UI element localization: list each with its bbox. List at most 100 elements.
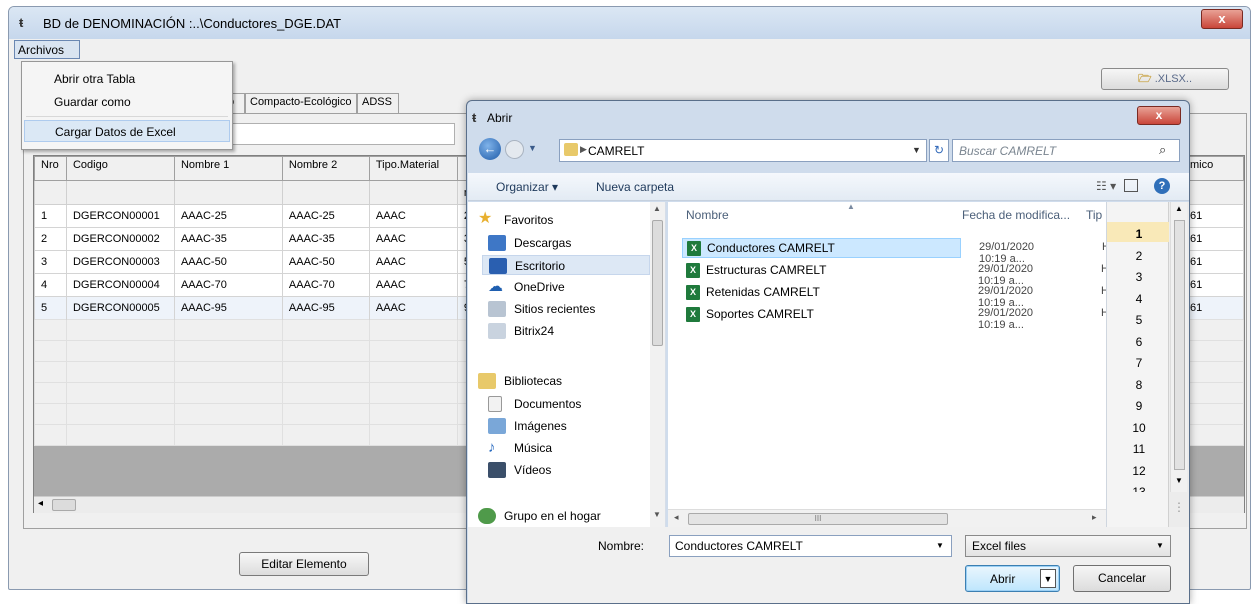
recent-places-icon bbox=[488, 301, 506, 317]
scroll-thumb[interactable]: III bbox=[688, 513, 948, 525]
filetype-select[interactable]: Excel files ▼ bbox=[965, 535, 1171, 557]
scroll-up-icon[interactable]: ▲ bbox=[1175, 204, 1183, 213]
new-folder-button[interactable]: Nueva carpeta bbox=[596, 180, 674, 194]
nav-favoritos[interactable]: ★ Favoritos bbox=[478, 210, 553, 230]
filter-input[interactable] bbox=[222, 123, 455, 145]
scroll-thumb[interactable] bbox=[52, 499, 76, 511]
cell-nro: 1 bbox=[34, 204, 67, 228]
navigation-pane: ★ Favoritos Descargas Escritorio ☁ OneDr… bbox=[468, 202, 666, 527]
nav-onedrive[interactable]: ☁ OneDrive bbox=[488, 277, 565, 297]
file-name: Conductores CAMRELT bbox=[707, 241, 835, 255]
cell-codigo: DGERCON00004 bbox=[65, 273, 175, 297]
column-date[interactable]: Fecha de modifica... bbox=[962, 208, 1070, 222]
close-button[interactable]: x bbox=[1201, 9, 1243, 29]
history-chevron-icon[interactable]: ▼ bbox=[528, 143, 537, 153]
nav-label: Bibliotecas bbox=[504, 374, 563, 388]
file-item[interactable]: X Conductores CAMRELT 29/01/2020 10:19 a… bbox=[682, 238, 1115, 265]
column-header-nombre2[interactable]: Nombre 2 bbox=[281, 156, 370, 181]
address-dropdown-icon[interactable]: ▼ bbox=[912, 145, 921, 155]
row-number: 5 bbox=[1135, 313, 1143, 327]
scroll-up-icon[interactable]: ▲ bbox=[653, 204, 661, 213]
address-bar[interactable]: ▶ CAMRELT ▼ bbox=[559, 139, 927, 162]
file-name: Retenidas CAMRELT bbox=[706, 285, 820, 299]
cloud-icon: ☁ bbox=[488, 278, 503, 295]
cell-nombre2: AAAC-95 bbox=[281, 296, 370, 320]
open-button[interactable]: Abrir ▼ bbox=[965, 565, 1060, 592]
back-arrow-icon[interactable]: ← bbox=[479, 138, 501, 160]
refresh-icon[interactable]: ↻ bbox=[929, 139, 949, 162]
scroll-left-icon[interactable]: ◂ bbox=[674, 512, 679, 523]
nav-label: Sitios recientes bbox=[514, 302, 596, 316]
organize-menu[interactable]: Organizar ▾ bbox=[496, 180, 558, 194]
file-list-horizontal-scrollbar[interactable]: ◂ III ▸ bbox=[668, 509, 1106, 527]
nav-videos[interactable]: Vídeos bbox=[488, 460, 551, 480]
column-header-nombre1[interactable]: Nombre 1 bbox=[173, 156, 283, 181]
file-item[interactable]: X Estructuras CAMRELT 29/01/2020 10:19 a… bbox=[682, 261, 1114, 287]
nav-grupo-hogar[interactable]: Grupo en el hogar bbox=[478, 506, 601, 526]
cell-nombre2: AAAC-25 bbox=[281, 204, 370, 228]
open-button-label: Abrir bbox=[990, 572, 1016, 586]
cell-codigo: DGERCON00002 bbox=[65, 227, 175, 251]
nav-label: Imágenes bbox=[514, 419, 567, 433]
nav-bibliotecas[interactable]: Bibliotecas bbox=[478, 371, 562, 391]
nav-musica[interactable]: ♪ Música bbox=[488, 438, 552, 458]
file-item[interactable]: X Soportes CAMRELT 29/01/2020 10:19 a...… bbox=[682, 305, 1114, 331]
menu-item-guardar-como[interactable]: Guardar como bbox=[24, 91, 230, 113]
row-number: 4 bbox=[1135, 291, 1143, 306]
homegroup-icon bbox=[478, 508, 496, 524]
view-options-icon[interactable]: ☷ ▾ bbox=[1096, 179, 1116, 193]
scroll-right-icon[interactable]: ▸ bbox=[1092, 512, 1097, 523]
search-input[interactable]: Buscar CAMRELT ⌕ bbox=[952, 139, 1180, 162]
column-name[interactable]: Nombre bbox=[686, 208, 729, 222]
row-number: 11 bbox=[1132, 442, 1146, 456]
menu-archivos[interactable]: Archivos bbox=[14, 40, 80, 59]
scroll-down-icon[interactable]: ▼ bbox=[1175, 476, 1183, 485]
help-icon[interactable]: ? bbox=[1154, 178, 1170, 194]
menu-item-abrir-otra-tabla[interactable]: Abrir otra Tabla bbox=[24, 68, 230, 90]
search-icon[interactable]: ⌕ bbox=[1159, 142, 1166, 158]
dialog-close-button[interactable]: x bbox=[1137, 106, 1181, 125]
export-xlsx-button[interactable]: 🗁 .XLSX.. bbox=[1101, 68, 1229, 90]
open-dropdown-icon[interactable]: ▼ bbox=[1040, 569, 1056, 588]
scroll-thumb[interactable] bbox=[1174, 220, 1185, 470]
filename-input[interactable]: Conductores CAMRELT ▼ bbox=[669, 535, 952, 557]
menu-separator bbox=[26, 116, 228, 117]
nav-escritorio[interactable]: Escritorio bbox=[482, 255, 650, 275]
cell-nombre1: AAAC-70 bbox=[173, 273, 283, 297]
edit-element-button[interactable]: Editar Elemento bbox=[239, 552, 369, 576]
file-name: Estructuras CAMRELT bbox=[706, 263, 827, 277]
cell-last: 61 bbox=[1182, 273, 1245, 297]
excel-file-icon: X bbox=[686, 263, 700, 278]
tab-compacto-ecologico[interactable]: Compacto-Ecológico bbox=[245, 93, 357, 113]
preview-pane-icon[interactable] bbox=[1124, 179, 1138, 192]
file-list-pane: Nombre ▲ Fecha de modifica... Tip X Cond… bbox=[668, 202, 1189, 527]
cancel-button[interactable]: Cancelar bbox=[1073, 565, 1171, 592]
column-header-tipo-material[interactable]: Tipo.Material bbox=[368, 156, 458, 181]
cell-tipo: AAAC bbox=[368, 296, 458, 320]
title-bar[interactable]: ŧ BD de DENOMINACIÓN :..\Conductores_DGE… bbox=[9, 7, 1250, 39]
nav-imagenes[interactable]: Imágenes bbox=[488, 416, 567, 436]
nav-descargas[interactable]: Descargas bbox=[488, 233, 571, 253]
xlsx-button-label: .XLSX.. bbox=[1154, 73, 1192, 85]
scroll-down-icon[interactable]: ▼ bbox=[653, 510, 661, 519]
file-item[interactable]: X Retenidas CAMRELT 29/01/2020 10:19 a..… bbox=[682, 283, 1114, 309]
row-number: 3 bbox=[1135, 270, 1143, 284]
dialog-bottom-bar: Nombre: Conductores CAMRELT ▼ Excel file… bbox=[468, 527, 1189, 603]
column-header-mico[interactable]: mico bbox=[1182, 156, 1245, 181]
nav-pane-scrollbar[interactable]: ▲ ▼ bbox=[650, 202, 665, 527]
nav-documentos[interactable]: Documentos bbox=[488, 394, 581, 414]
column-header-codigo[interactable]: Codigo bbox=[65, 156, 175, 181]
scroll-left-icon[interactable]: ◂ bbox=[38, 498, 43, 509]
scroll-thumb[interactable] bbox=[652, 220, 663, 346]
menu-item-cargar-datos-excel[interactable]: Cargar Datos de Excel bbox=[24, 120, 230, 142]
nav-sitios-recientes[interactable]: Sitios recientes bbox=[488, 299, 595, 319]
chevron-down-icon[interactable]: ▼ bbox=[936, 541, 944, 550]
column-header-nro[interactable]: Nro bbox=[34, 156, 67, 181]
nav-bitrix24[interactable]: Bitrix24 bbox=[488, 321, 554, 341]
column-type[interactable]: Tip bbox=[1086, 208, 1102, 222]
tab-adss[interactable]: ADSS bbox=[357, 93, 399, 113]
folder-shortcut-icon bbox=[488, 323, 506, 339]
dialog-title-bar[interactable]: ŧ Abrir x bbox=[467, 101, 1189, 131]
preview-scrollbar[interactable]: ▲ ▼ bbox=[1170, 202, 1187, 492]
forward-arrow-icon[interactable] bbox=[505, 140, 524, 159]
